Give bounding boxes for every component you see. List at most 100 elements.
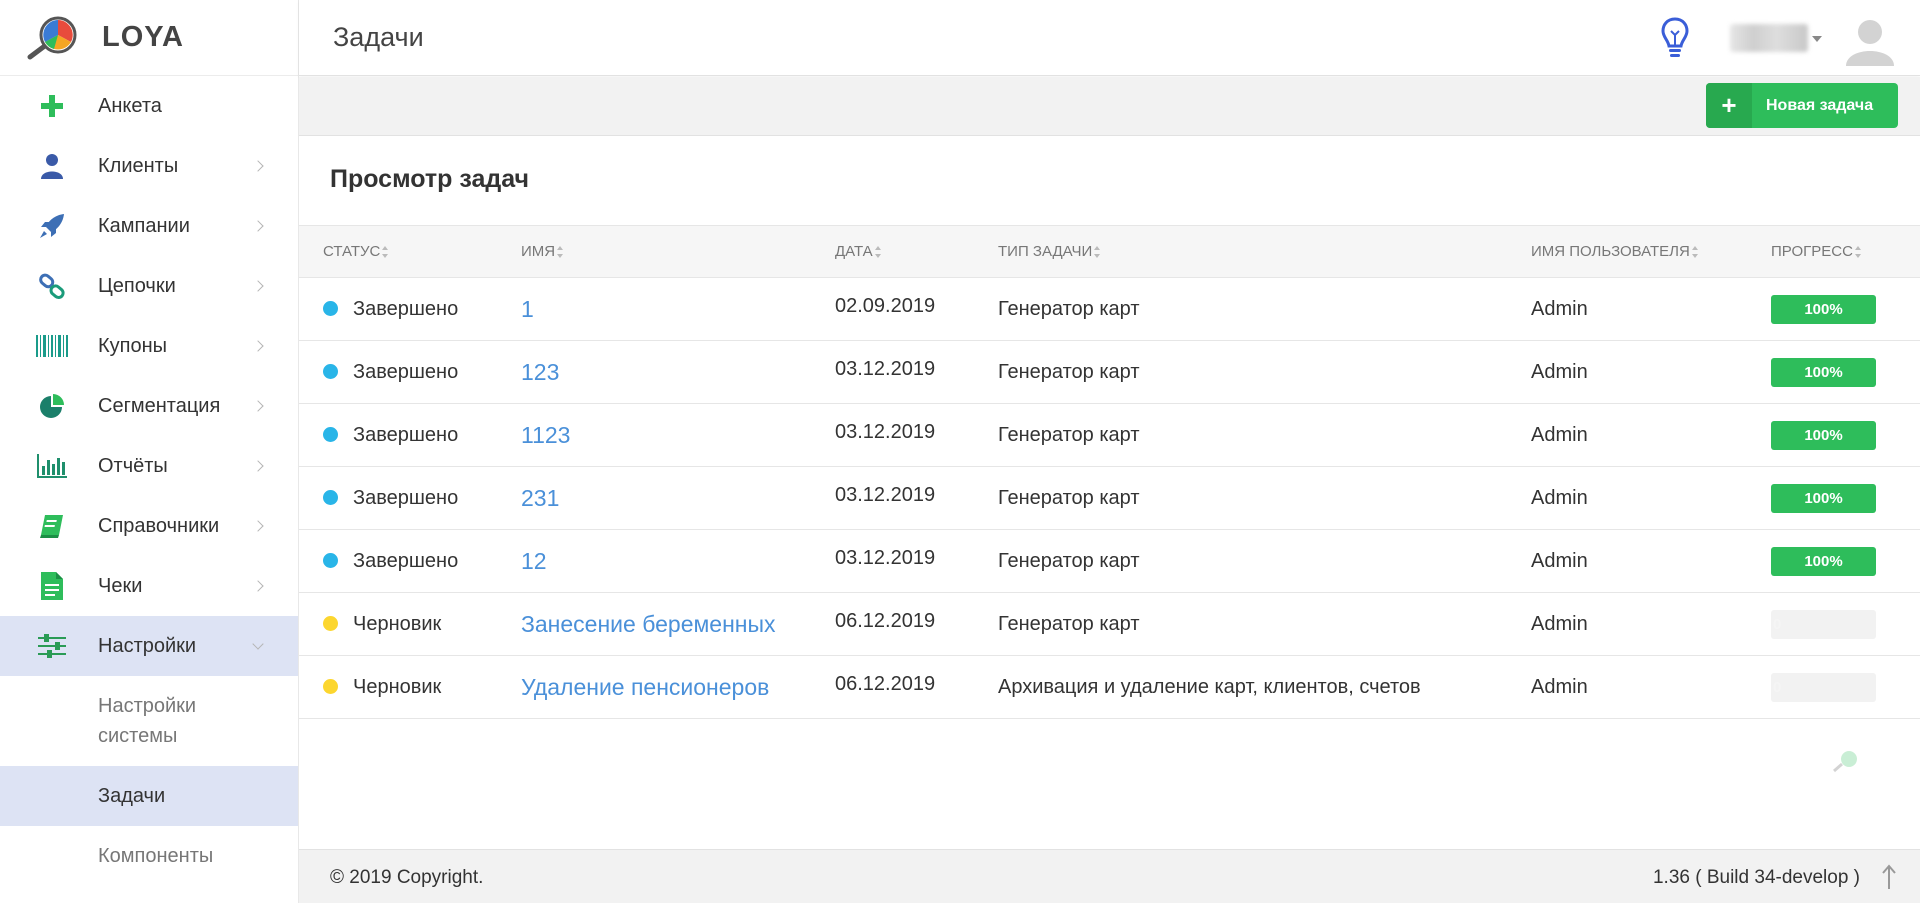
sidebar-item-settings[interactable]: Настройки: [0, 616, 298, 676]
sidebar-item-clients[interactable]: Клиенты: [0, 136, 298, 196]
task-name-link[interactable]: 12: [521, 548, 547, 574]
sidebar-subitem-label: Настройки системы: [98, 695, 197, 747]
column-header-status[interactable]: Статус: [299, 226, 499, 278]
loya-logo-icon: [24, 15, 84, 61]
date-text: 06.12.2019: [835, 672, 936, 695]
sidebar-item-segmentation[interactable]: Сегментация: [0, 376, 298, 436]
table-row: Черновик Занесение беременных 06.12.2019 Ге…: [299, 593, 1920, 656]
column-header-label: Имя: [521, 243, 556, 260]
sidebar-subitem-system-settings[interactable]: Настройки системы: [0, 676, 298, 766]
sidebar-item-receipts[interactable]: Чеки: [0, 556, 298, 616]
page-title: Задачи: [333, 22, 424, 52]
progress-label: 100%: [1804, 363, 1843, 381]
type-text: Генератор карт: [998, 423, 1140, 446]
status-dot: [323, 678, 338, 694]
column-header-type[interactable]: Тип задачи: [998, 226, 1531, 278]
version: 1.36 ( Build 34-develop ): [1652, 867, 1860, 888]
status-cell: Черновик: [299, 656, 499, 719]
progress-cell: 100%: [1771, 404, 1920, 467]
status-text: Завершено: [353, 486, 459, 509]
date-text: 03.12.2019: [835, 483, 936, 506]
task-name-link[interactable]: Удаление пенсионеров: [521, 674, 769, 700]
sidebar-item-label: Чеки: [98, 574, 143, 597]
rocket-icon: [36, 210, 68, 242]
sidebar-item-anketa[interactable]: Анкета: [0, 76, 298, 136]
user-text: Admin: [1531, 612, 1588, 635]
type-text: Генератор карт: [998, 486, 1140, 509]
user-cell: Admin: [1531, 404, 1771, 467]
status-cell: Завершено: [299, 530, 499, 593]
sidebar-item-label: Отчёты: [98, 454, 168, 477]
sidebar-item-directories[interactable]: Справочники: [0, 496, 298, 556]
date-cell: 03.12.2019: [835, 341, 998, 404]
chevron-right-icon: [252, 460, 264, 472]
column-header-user[interactable]: Имя пользователя: [1531, 226, 1771, 278]
type-text: Генератор карт: [998, 549, 1140, 572]
progress-label: 100%: [1804, 489, 1843, 507]
scroll-top-icon[interactable]: [1882, 864, 1896, 890]
sidebar-item-campaigns[interactable]: Кампании: [0, 196, 298, 256]
progress-label: 100%: [1804, 300, 1843, 318]
column-header-name[interactable]: Имя: [499, 226, 835, 278]
task-name-link[interactable]: 1: [521, 296, 534, 322]
status-cell: Завершено: [299, 467, 499, 530]
user-name-blurred[interactable]: [1730, 24, 1808, 52]
sort-icon: [382, 246, 389, 259]
table-header-row: Статус Имя Дата Тип задачи Имя пользоват…: [299, 225, 1920, 278]
date-cell: 06.12.2019: [835, 656, 998, 719]
progress-label: 0: [1773, 615, 1782, 633]
status-text: Завершено: [353, 360, 459, 383]
column-header-progress[interactable]: Прогресс: [1771, 226, 1920, 278]
type-text: Архивация и удаление карт, клиентов, сче…: [998, 675, 1421, 698]
lightbulb-icon[interactable]: [1660, 16, 1690, 60]
caret-down-icon[interactable]: [1812, 36, 1822, 42]
book-icon: [36, 510, 68, 542]
task-name-link[interactable]: Занесение беременных: [521, 611, 776, 637]
name-cell: 123: [499, 341, 835, 404]
status-text: Завершено: [353, 423, 459, 446]
table-row: Завершено 12 03.12.2019 Генератор карт Admin…: [299, 530, 1920, 593]
status-dot: [323, 300, 338, 316]
sidebar-item-reports[interactable]: Отчёты: [0, 436, 298, 496]
avatar[interactable]: [1842, 10, 1898, 66]
task-name-link[interactable]: 1123: [521, 422, 570, 448]
status-text: Черновик: [353, 612, 442, 635]
section-title: Просмотр задач: [330, 165, 530, 193]
date-cell: 02.09.2019: [835, 278, 998, 341]
user-cell: Admin: [1531, 341, 1771, 404]
toolbar: + Новая задача: [299, 77, 1920, 136]
new-task-button[interactable]: + Новая задача: [1706, 83, 1898, 128]
progress-bar: 100%: [1771, 357, 1876, 387]
type-cell: Архивация и удаление карт, клиентов, сче…: [998, 656, 1531, 719]
date-cell: 03.12.2019: [835, 404, 998, 467]
status-dot: [323, 426, 338, 442]
table-row: Завершено 1123 03.12.2019 Генератор карт Adm…: [299, 404, 1920, 467]
plus-icon: +: [1706, 83, 1752, 128]
sidebar-subitem-tasks[interactable]: Задачи: [0, 766, 298, 826]
tasks-table: Статус Имя Дата Тип задачи Имя пользоват…: [299, 225, 1920, 719]
sidebar-item-coupons[interactable]: Купоны: [0, 316, 298, 376]
column-header-date[interactable]: Дата: [835, 226, 998, 278]
sort-icon: [874, 246, 882, 259]
progress-bar: 100%: [1771, 546, 1876, 576]
sidebar-item-label: Кампании: [98, 214, 190, 237]
logo[interactable]: LOYA: [0, 0, 298, 76]
type-cell: Генератор карт: [998, 278, 1531, 341]
task-name-link[interactable]: 231: [521, 485, 559, 511]
status-cell: Черновик: [299, 593, 499, 656]
user-icon: [36, 150, 68, 182]
loader-icon: [1832, 749, 1860, 773]
status-text: Завершено: [353, 297, 459, 320]
sidebar-item-label: Справочники: [98, 514, 220, 537]
sidebar-subitem-components[interactable]: Компоненты: [0, 826, 298, 886]
user-text: Admin: [1531, 675, 1588, 698]
task-name-link[interactable]: 123: [521, 359, 559, 385]
sidebar-item-label: Цепочки: [98, 274, 176, 297]
sort-icon: [1094, 246, 1101, 259]
progress-bar: 100%: [1771, 483, 1876, 513]
type-cell: Генератор карт: [998, 530, 1531, 593]
sidebar-item-chains[interactable]: Цепочки: [0, 256, 298, 316]
date-text: 03.12.2019: [835, 357, 936, 380]
type-cell: Генератор карт: [998, 341, 1531, 404]
chevron-right-icon: [252, 340, 264, 352]
